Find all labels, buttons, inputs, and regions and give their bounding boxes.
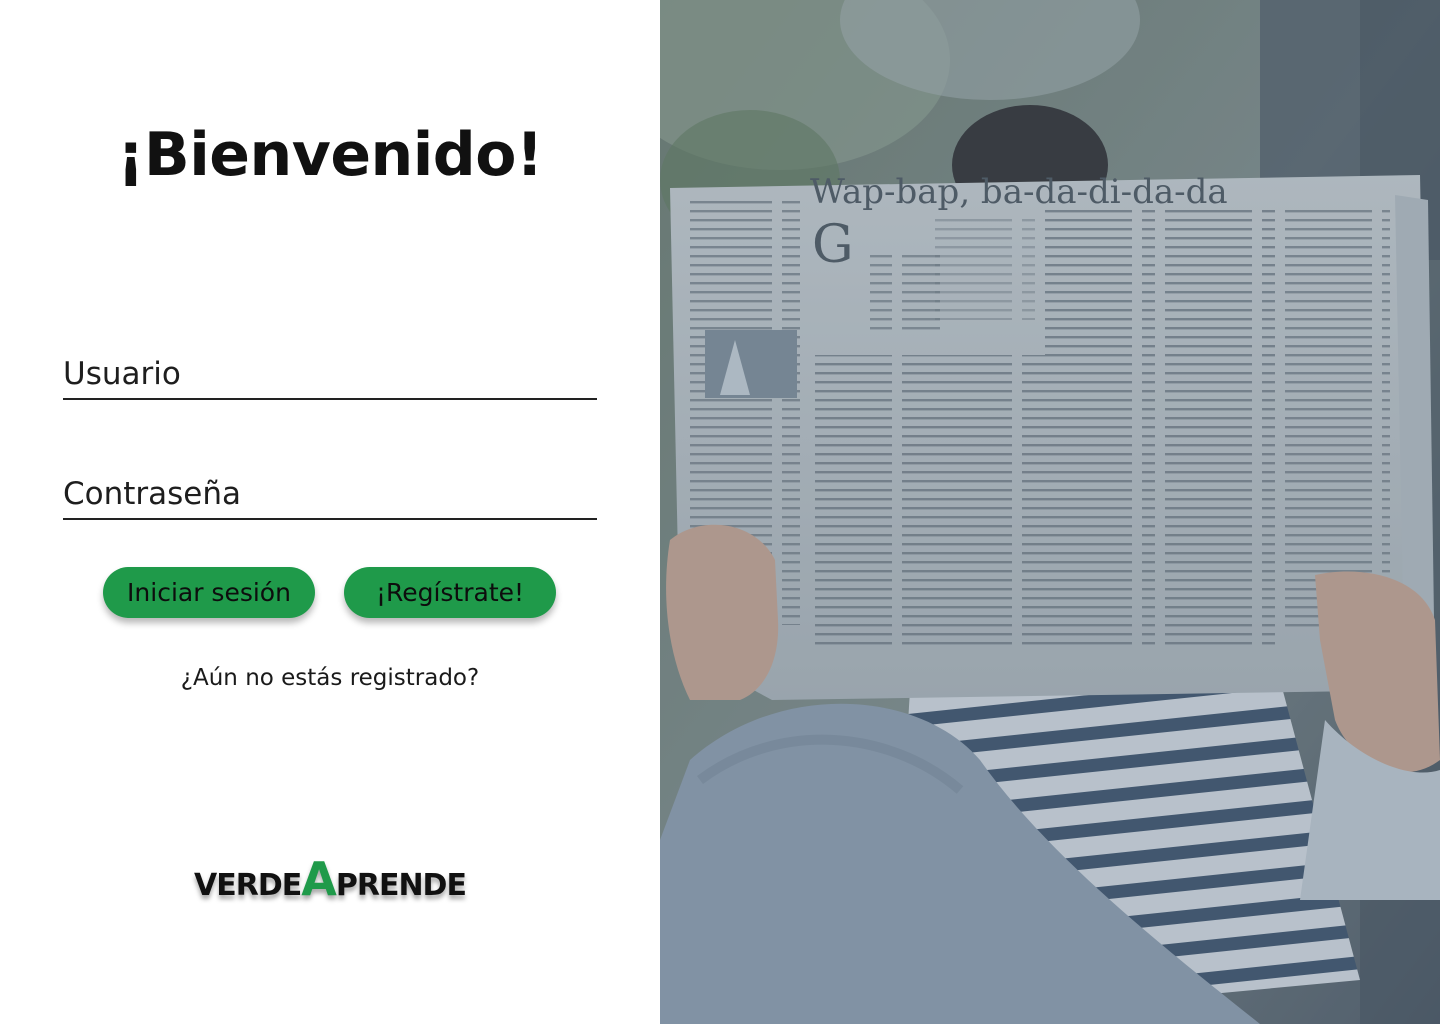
login-button[interactable]: Iniciar sesión	[103, 567, 315, 618]
page-title: ¡Bienvenido!	[117, 120, 543, 190]
logo-part-a: A	[301, 852, 337, 906]
brand-logo: VERDEAPRENDE	[0, 852, 660, 906]
password-field[interactable]	[63, 470, 597, 520]
login-panel: ¡Bienvenido! Iniciar sesión ¡Regístrate!…	[0, 0, 660, 1024]
not-registered-link[interactable]: ¿Aún no estás registrado?	[0, 665, 660, 691]
logo-part-verde: VERDE	[194, 868, 302, 903]
logo-part-prende: PRENDE	[335, 868, 467, 903]
username-field[interactable]	[63, 350, 597, 400]
newspaper-photo-icon: Wap-bap, ba-da-di-da-da G	[660, 0, 1440, 1024]
username-input[interactable]	[63, 350, 597, 398]
register-button[interactable]: ¡Regístrate!	[344, 567, 556, 618]
login-page: ¡Bienvenido! Iniciar sesión ¡Regístrate!…	[0, 0, 1440, 1024]
password-input[interactable]	[63, 470, 597, 518]
hero-image: Wap-bap, ba-da-di-da-da G	[660, 0, 1440, 1024]
